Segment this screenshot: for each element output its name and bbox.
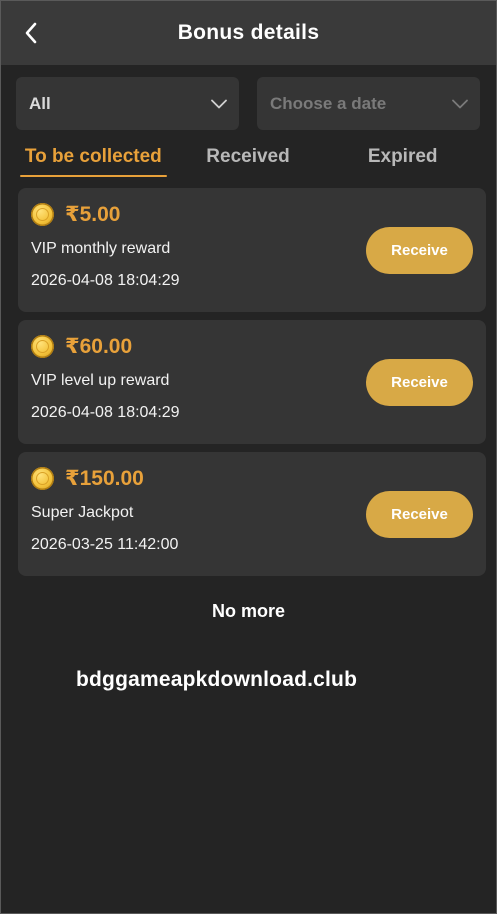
bonus-amount: ₹60.00	[65, 335, 133, 358]
chevron-down-icon	[452, 99, 468, 108]
bonus-amount: ₹5.00	[65, 203, 121, 226]
coin-icon	[31, 335, 54, 358]
tab-to-be-collected[interactable]: To be collected	[16, 141, 171, 181]
bonus-details-screen: Bonus details All Choose a date To be co…	[0, 0, 497, 914]
bonus-amount: ₹150.00	[65, 467, 144, 490]
tab-received[interactable]: Received	[171, 141, 326, 181]
coin-icon	[31, 467, 54, 490]
chevron-down-icon	[211, 99, 227, 108]
watermark-text: bdggameapkdownload.club	[76, 668, 358, 691]
receive-button[interactable]: Receive	[366, 227, 473, 274]
receive-button[interactable]: Receive	[366, 359, 473, 406]
tab-expired[interactable]: Expired	[325, 141, 480, 181]
receive-button[interactable]: Receive	[366, 491, 473, 538]
chevron-left-icon	[25, 22, 37, 44]
type-filter-select[interactable]: All	[16, 77, 239, 130]
date-filter-placeholder: Choose a date	[270, 93, 387, 113]
no-more-label: No more	[211, 601, 285, 621]
date-filter-select[interactable]: Choose a date	[257, 77, 480, 130]
bonus-description: Super Jackpot	[31, 504, 134, 521]
back-button[interactable]	[19, 21, 43, 45]
bonus-card: ₹150.00 Super Jackpot 2026-03-25 11:42:0…	[18, 452, 486, 576]
page-title: Bonus details	[177, 21, 320, 44]
bonus-timestamp: 2026-04-08 18:04:29	[31, 404, 180, 421]
bonus-timestamp: 2026-04-08 18:04:29	[31, 272, 180, 289]
bonus-timestamp: 2026-03-25 11:42:00	[31, 536, 179, 553]
bonus-tabs: To be collected Received Expired	[16, 141, 480, 181]
bonus-card: ₹5.00 VIP monthly reward 2026-04-08 18:0…	[18, 188, 486, 312]
filter-bar: All Choose a date	[16, 77, 480, 130]
bonus-card: ₹60.00 VIP level up reward 2026-04-08 18…	[18, 320, 486, 444]
type-filter-value: All	[29, 93, 51, 113]
app-header: Bonus details	[1, 1, 496, 65]
bonus-description: VIP level up reward	[31, 372, 170, 389]
bonus-description: VIP monthly reward	[31, 240, 171, 257]
coin-icon	[31, 203, 54, 226]
